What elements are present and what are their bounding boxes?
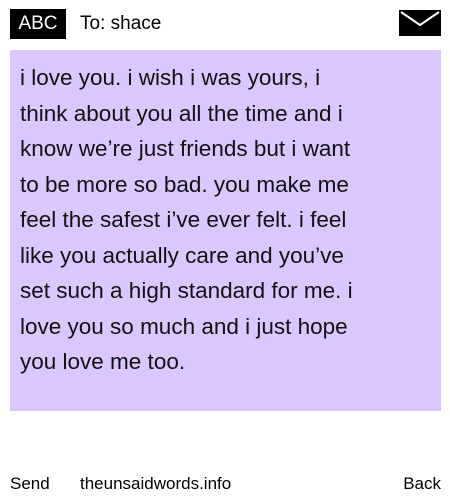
input-mode-indicator: ABC (10, 9, 66, 39)
send-softkey[interactable]: Send (10, 470, 50, 498)
back-softkey[interactable]: Back (403, 470, 441, 498)
message-header: ABC To: shace (0, 0, 450, 44)
recipient-field[interactable]: To: shace (80, 9, 161, 39)
site-watermark: theunsaidwords.info (80, 474, 232, 493)
message-body[interactable]: i love you. i wish i was yours, i think … (20, 60, 431, 380)
message-compose-area[interactable]: i love you. i wish i was yours, i think … (10, 50, 441, 411)
envelope-icon (399, 10, 441, 36)
